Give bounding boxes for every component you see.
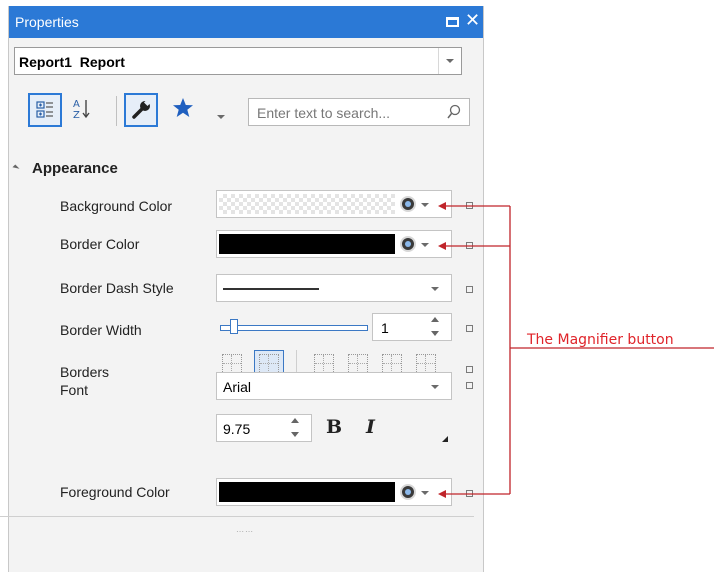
border-color-label: Border Color [60,236,140,252]
search-input[interactable]: Enter text to search... [248,98,470,126]
italic-button[interactable]: I [366,416,375,438]
border-bottom-icon[interactable] [416,354,436,374]
categorized-icon [36,101,53,118]
font-size-value: 9.75 [223,421,251,437]
border-width-label: Border Width [60,322,142,338]
collapse-triangle-icon[interactable] [12,164,20,172]
reset-icon[interactable] [466,202,473,209]
object-selector[interactable]: Report1 Report [14,47,462,75]
spin-up-icon[interactable] [431,317,439,322]
foreground-color-editor[interactable] [216,478,452,506]
foreground-color-label: Foreground Color [60,484,170,500]
font-size-spin-editor[interactable]: 9.75 [216,414,312,442]
object-selector-value: Report1 Report [19,54,125,70]
border-dash-style-select[interactable] [216,274,452,302]
background-color-label: Background Color [60,198,173,214]
background-color-editor[interactable] [216,190,452,218]
splitter-grip-icon[interactable]: ⋯⋯ [236,527,254,536]
wrench-icon [132,98,152,119]
border-width-value: 1 [381,320,389,336]
font-label: Font [60,382,89,398]
border-color-editor[interactable] [216,230,452,258]
object-selector-dropdown[interactable] [438,48,461,74]
toolbar-separator [116,96,117,126]
solid-line-sample [223,288,319,290]
sort-alphabetical-icon: A Z [73,99,90,121]
border-color-swatch [219,234,395,254]
chevron-down-icon [446,59,454,63]
chevron-down-icon[interactable] [431,385,439,389]
reset-icon[interactable] [466,382,473,389]
window-title: Properties [15,14,79,30]
favorites-button[interactable] [168,93,202,127]
svg-text:Z: Z [73,110,80,121]
maximize-icon[interactable] [446,17,459,27]
font-family-value: Arial [223,379,252,395]
search-icon [447,104,461,125]
svg-text:A: A [73,99,80,110]
spin-up-icon[interactable] [291,418,299,423]
description-splitter[interactable] [0,516,474,517]
border-width-slider-thumb[interactable] [230,319,238,334]
border-right-icon[interactable] [382,354,402,374]
borders-label: Borders [60,364,110,380]
reset-icon[interactable] [466,325,473,332]
border-none-icon[interactable] [222,354,242,374]
border-dash-style-label: Border Dash Style [60,280,174,296]
properties-view-button[interactable] [124,93,158,127]
border-left-icon[interactable] [314,354,334,374]
chevron-down-icon[interactable] [421,203,429,207]
font-dialog-launcher-icon[interactable] [442,436,448,442]
border-top-icon[interactable] [348,354,368,374]
reset-icon[interactable] [466,242,473,249]
spin-down-icon[interactable] [431,331,439,336]
reset-icon[interactable] [466,286,473,293]
magnifier-icon[interactable] [400,236,416,252]
group-title: Appearance [32,160,118,177]
foreground-color-swatch [219,482,395,502]
chevron-down-icon[interactable] [431,287,439,291]
appearance-group-header[interactable]: Appearance [12,160,118,177]
border-all-icon [259,354,279,374]
chevron-down-icon[interactable] [421,491,429,495]
favorites-dropdown-icon[interactable] [217,115,225,119]
categorized-view-button[interactable] [28,93,62,127]
font-family-select[interactable]: Arial [216,372,452,400]
title-bar: Properties ✕ [9,6,483,38]
bold-button[interactable]: B [326,416,342,438]
reset-icon[interactable] [466,366,473,373]
magnifier-icon[interactable] [400,484,416,500]
border-width-slider-track[interactable] [220,325,368,331]
star-icon [173,98,193,117]
reset-icon[interactable] [466,490,473,497]
alphabetical-sort-button[interactable]: A Z [68,93,102,127]
border-width-spin-editor[interactable]: 1 [372,313,452,341]
search-placeholder: Enter text to search... [257,105,391,121]
spin-down-icon[interactable] [291,432,299,437]
chevron-down-icon[interactable] [421,243,429,247]
magnifier-icon[interactable] [400,196,416,212]
close-icon[interactable]: ✕ [465,11,480,29]
callout-label: The Magnifier button [527,332,674,348]
background-color-swatch [219,194,395,214]
